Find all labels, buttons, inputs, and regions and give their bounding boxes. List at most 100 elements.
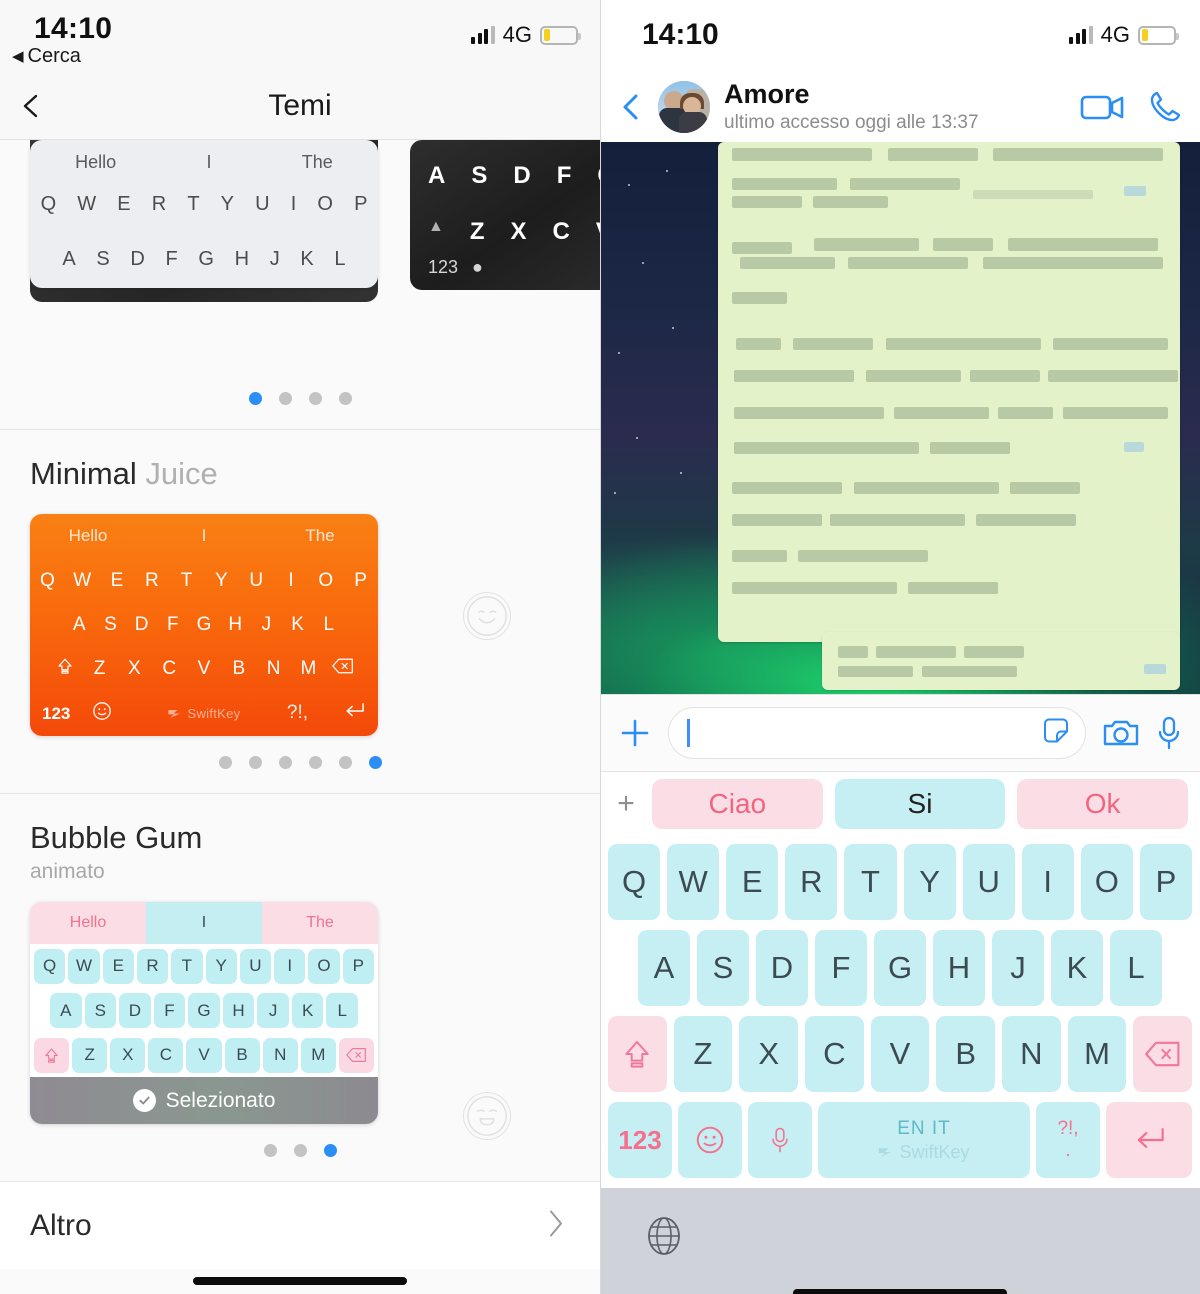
key-r[interactable]: R <box>785 844 838 920</box>
page-dot[interactable] <box>248 756 262 769</box>
key-v[interactable]: V <box>870 1016 930 1092</box>
keyboard-preview-light-card[interactable]: Hello I The Q W E R T Y U I O P A S D F … <box>30 140 378 288</box>
attach-button[interactable] <box>618 716 652 750</box>
key-c[interactable]: C <box>805 1016 864 1092</box>
page-dot[interactable] <box>308 756 322 769</box>
keyboard-preview-card[interactable]: Hello I The Q W E R T Y U I O P A S D F … <box>30 902 378 1124</box>
key-a[interactable]: A <box>638 930 690 1006</box>
key-z[interactable]: Z <box>673 1016 733 1092</box>
key-b[interactable]: B <box>936 1016 996 1092</box>
keyboard-preview-card[interactable]: Hello I The Q W E R T Y U I O P A S D F … <box>30 514 378 736</box>
key: D <box>134 614 149 635</box>
prediction-row: Hello I The <box>30 514 378 558</box>
key-p[interactable]: P <box>1139 844 1192 920</box>
key-s[interactable]: S <box>697 930 749 1006</box>
page-dots-minimal-juice[interactable] <box>0 736 600 793</box>
keyboard-preview-dark-card[interactable]: A S D F G ▲ Z X C V 123 <box>410 140 600 290</box>
sticker-button[interactable] <box>1041 716 1071 751</box>
shift-up-icon <box>47 657 82 681</box>
key: P <box>342 949 374 984</box>
message-bubble-redacted[interactable] <box>718 142 1180 642</box>
key-u[interactable]: U <box>962 844 1015 920</box>
video-call-button[interactable] <box>1080 92 1126 122</box>
page-dot[interactable] <box>263 1144 277 1157</box>
key: C <box>148 1037 184 1073</box>
page-dot[interactable] <box>293 1144 307 1157</box>
prediction-chip[interactable]: Si <box>834 779 1006 829</box>
voice-input-key[interactable] <box>748 1102 812 1178</box>
key-row-1: Q W E R T Y U I O P <box>30 558 378 602</box>
key-j[interactable]: J <box>992 930 1044 1006</box>
page-dot[interactable] <box>338 392 352 405</box>
prediction-chip[interactable]: Ok <box>1017 779 1189 829</box>
voice-message-button[interactable] <box>1156 716 1182 750</box>
emoji-key[interactable] <box>678 1102 742 1178</box>
language-switch-button[interactable] <box>642 1214 686 1258</box>
key-g[interactable]: G <box>874 930 926 1006</box>
return-to-app-link[interactable]: ◀ Cerca <box>12 45 81 68</box>
theme-card-row[interactable]: Hello I The Q W E R T Y U I O P A S D F … <box>0 902 600 1140</box>
theme-preview-strip-top[interactable]: A S D E F G H I J K L Hello <box>0 140 600 372</box>
punctuation-sub: . <box>1065 1140 1071 1161</box>
key-e[interactable]: E <box>726 844 779 920</box>
space-key[interactable]: EN IT SwiftKey <box>818 1102 1030 1178</box>
page-dot[interactable] <box>278 392 292 405</box>
page-dots-bubble-gum[interactable] <box>0 1124 600 1181</box>
key-preview: C <box>552 218 570 245</box>
key-d[interactable]: D <box>756 930 808 1006</box>
page-dot[interactable] <box>368 756 382 769</box>
key-o[interactable]: O <box>1080 844 1133 920</box>
key-m[interactable]: M <box>1067 1016 1127 1092</box>
add-prediction-button[interactable]: + <box>612 789 640 819</box>
key: C <box>162 658 177 680</box>
key-x[interactable]: X <box>739 1016 798 1092</box>
key-row-2: A S D F G H J K L <box>604 930 1196 1006</box>
camera-icon <box>1103 720 1139 746</box>
message-bubble-redacted[interactable] <box>822 632 1180 690</box>
key-q[interactable]: Q <box>608 844 661 920</box>
return-key[interactable] <box>1106 1102 1192 1178</box>
shift-key[interactable] <box>607 1016 667 1092</box>
themes-scroll-area[interactable]: A S D E F G H I J K L Hello <box>0 140 600 1294</box>
keyboard-bottom-bar <box>600 1188 1200 1294</box>
punctuation-key[interactable]: ?!, . <box>1036 1102 1100 1178</box>
key-k[interactable]: K <box>1051 930 1103 1006</box>
phone-call-button[interactable] <box>1148 90 1182 124</box>
chat-message-area[interactable] <box>600 142 1200 694</box>
camera-button[interactable] <box>1102 717 1140 749</box>
key: K <box>291 614 304 635</box>
key: L <box>323 614 335 635</box>
key-l[interactable]: L <box>1110 930 1162 1006</box>
key-t[interactable]: T <box>844 844 897 920</box>
theme-card-row[interactable]: Hello I The Q W E R T Y U I O P A S D F … <box>0 514 600 736</box>
avatar[interactable] <box>658 81 710 133</box>
chat-contact-info[interactable]: Amore ultimo accesso oggi alle 13:37 <box>724 79 1066 134</box>
key: U <box>239 949 272 984</box>
key-f[interactable]: F <box>815 930 867 1006</box>
key-w[interactable]: W <box>667 844 720 920</box>
message-input[interactable] <box>668 707 1086 759</box>
status-time: 14:10 <box>34 12 113 45</box>
backspace-key[interactable] <box>1133 1016 1193 1092</box>
page-dot[interactable] <box>248 392 262 405</box>
theme-emoji-preview <box>463 1092 511 1140</box>
page-dot[interactable] <box>338 756 352 769</box>
key-y[interactable]: Y <box>903 844 956 920</box>
numeric-key[interactable]: 123 <box>608 1102 672 1178</box>
key-h[interactable]: H <box>933 930 985 1006</box>
page-dot[interactable] <box>218 756 232 769</box>
page-dot[interactable] <box>278 756 292 769</box>
more-themes-row[interactable]: Altro <box>0 1181 600 1269</box>
key-i[interactable]: I <box>1021 844 1074 920</box>
page-dot[interactable] <box>323 1144 337 1157</box>
key-row-1: A S D F G <box>428 162 600 190</box>
swiftkey-brand: SwiftKey <box>168 706 241 721</box>
prediction-chip[interactable]: Ciao <box>652 779 823 829</box>
key-n[interactable]: N <box>1002 1016 1061 1092</box>
page-dots-top[interactable] <box>0 372 600 429</box>
page-dot[interactable] <box>308 392 322 405</box>
chat-back-button[interactable] <box>618 92 644 122</box>
emoji-smiley-icon <box>696 1126 724 1154</box>
nav-back-button[interactable] <box>16 91 46 121</box>
text-cursor <box>687 719 690 747</box>
